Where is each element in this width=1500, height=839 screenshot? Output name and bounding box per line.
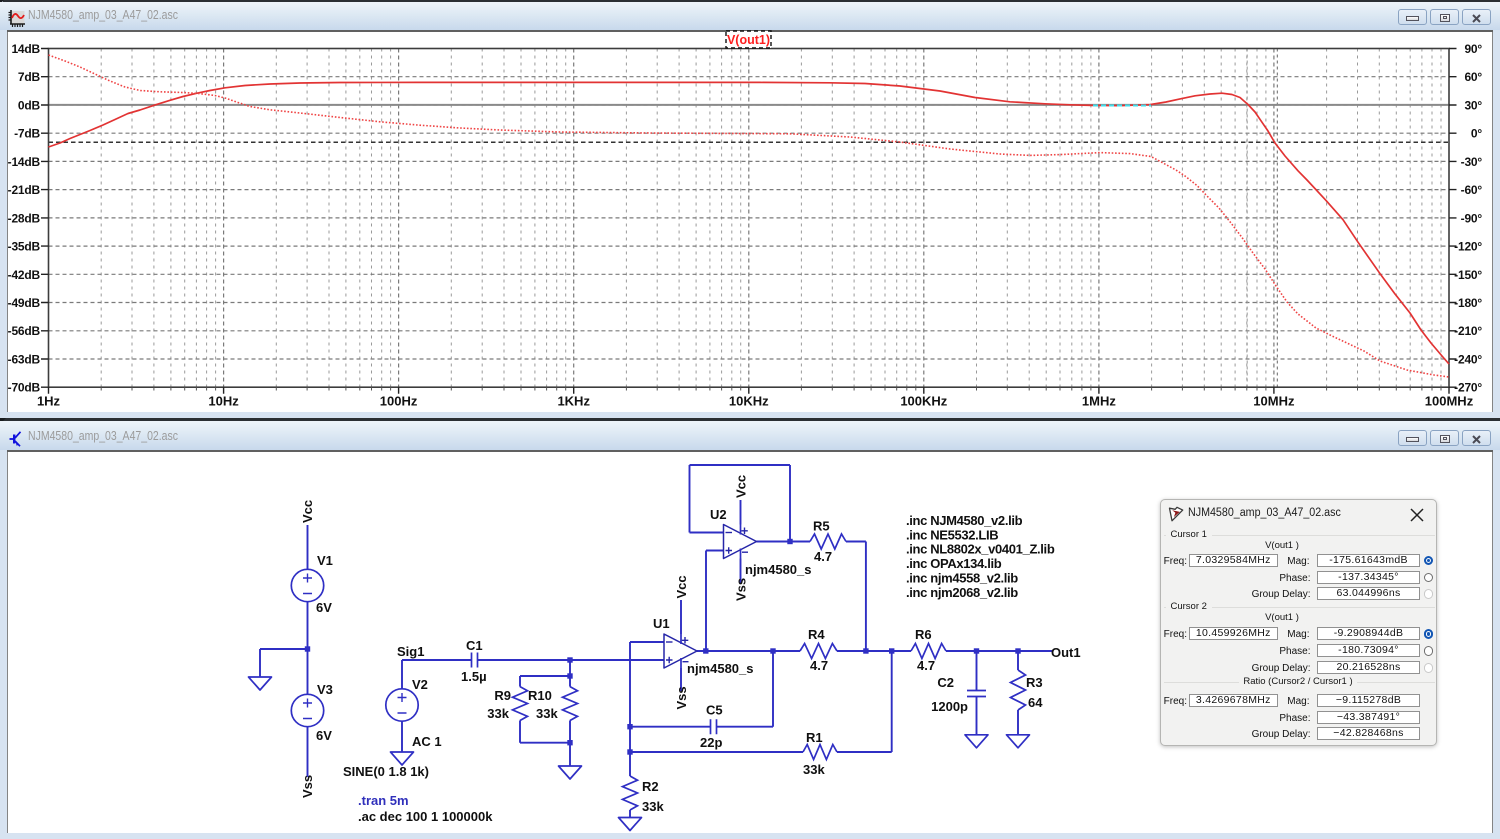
svg-text:C1: C1 (466, 638, 483, 653)
svg-text:-49dB: -49dB (8, 296, 41, 310)
svg-text:-90°: -90° (1461, 211, 1483, 225)
svg-text:4.7: 4.7 (814, 549, 832, 564)
svg-text:-14dB: -14dB (8, 155, 41, 169)
svg-text:.inc njm2068_v2.lib: .inc njm2068_v2.lib (906, 585, 1018, 600)
svg-text:1MHz: 1MHz (1082, 394, 1116, 409)
svg-text:-210°: -210° (1454, 324, 1482, 338)
svg-text:10MHz: 10MHz (1253, 394, 1295, 409)
svg-text:R2: R2 (642, 779, 659, 794)
svg-text:6V: 6V (316, 728, 332, 743)
svg-text:V1: V1 (317, 553, 333, 568)
svg-text:-35dB: -35dB (8, 240, 41, 254)
svg-text:4.7: 4.7 (917, 658, 935, 673)
svg-text:-42dB: -42dB (8, 268, 41, 282)
svg-text:-120°: -120° (1454, 240, 1482, 254)
svg-text:4.7: 4.7 (810, 658, 828, 673)
svg-text:R3: R3 (1026, 675, 1043, 690)
svg-text:U1: U1 (653, 616, 670, 631)
svg-text:AC 1: AC 1 (412, 734, 442, 749)
svg-text:.inc NJM4580_v2.lib: .inc NJM4580_v2.lib (906, 513, 1023, 528)
svg-text:V(out1): V(out1) (727, 33, 770, 47)
svg-text:33k: 33k (803, 762, 825, 777)
svg-text:33k: 33k (487, 706, 509, 721)
svg-text:Vss: Vss (734, 578, 749, 601)
svg-text:100Hz: 100Hz (380, 394, 418, 409)
svg-text:100MHz: 100MHz (1425, 394, 1474, 409)
svg-text:-21dB: -21dB (8, 183, 41, 197)
svg-text:C2: C2 (937, 675, 954, 690)
svg-text:14dB: 14dB (11, 42, 40, 56)
svg-text:-56dB: -56dB (8, 324, 41, 338)
svg-text:6V: 6V (316, 600, 332, 615)
svg-text:33k: 33k (642, 799, 664, 814)
svg-text:1Hz: 1Hz (37, 394, 61, 409)
svg-text:Vss: Vss (674, 686, 689, 709)
svg-text:1200p: 1200p (931, 699, 968, 714)
svg-text:Sig1: Sig1 (397, 644, 424, 659)
svg-text:R6: R6 (915, 627, 932, 642)
svg-text:R4: R4 (808, 627, 825, 642)
svg-text:.inc NL8802x_v0401_Z.lib: .inc NL8802x_v0401_Z.lib (906, 542, 1055, 557)
svg-text:.inc njm4558_v2.lib: .inc njm4558_v2.lib (906, 570, 1018, 585)
svg-text:SINE(0 1.8 1k): SINE(0 1.8 1k) (343, 764, 429, 779)
svg-text:U2: U2 (710, 507, 727, 522)
svg-text:R9: R9 (494, 688, 511, 703)
svg-text:.inc OPAx134.lib: .inc OPAx134.lib (906, 556, 1002, 571)
svg-text:Out1: Out1 (1051, 645, 1081, 660)
svg-text:V3: V3 (317, 682, 333, 697)
svg-text:0°: 0° (1471, 127, 1482, 141)
svg-text:60°: 60° (1464, 70, 1482, 84)
svg-text:njm4580_s: njm4580_s (687, 661, 754, 676)
svg-text:1.5µ: 1.5µ (461, 669, 487, 684)
svg-text:90°: 90° (1464, 42, 1482, 56)
svg-text:Vcc: Vcc (674, 575, 689, 598)
svg-text:Vss: Vss (300, 775, 315, 798)
svg-text:-7dB: -7dB (14, 127, 40, 141)
svg-text:-240°: -240° (1454, 353, 1482, 367)
svg-text:10Hz: 10Hz (208, 394, 239, 409)
svg-text:0dB: 0dB (18, 99, 41, 113)
svg-text:.ac dec 100 1 100000k: .ac dec 100 1 100000k (358, 809, 493, 824)
svg-text:Vcc: Vcc (300, 500, 315, 523)
svg-text:33k: 33k (536, 706, 558, 721)
svg-text:7dB: 7dB (18, 70, 41, 84)
svg-text:-180°: -180° (1454, 296, 1482, 310)
svg-text:30°: 30° (1464, 99, 1482, 113)
svg-text:njm4580_s: njm4580_s (745, 562, 812, 577)
svg-text:100KHz: 100KHz (900, 394, 947, 409)
svg-text:64: 64 (1028, 695, 1043, 710)
svg-text:-30°: -30° (1461, 155, 1483, 169)
svg-text:R1: R1 (806, 730, 823, 745)
svg-text:1KHz: 1KHz (557, 394, 590, 409)
svg-text:-60°: -60° (1461, 183, 1483, 197)
svg-text:-28dB: -28dB (8, 211, 41, 225)
svg-text:.inc NE5532.LIB: .inc NE5532.LIB (906, 527, 998, 542)
svg-text:R10: R10 (528, 688, 552, 703)
svg-text:-70dB: -70dB (8, 381, 41, 395)
svg-text:-150°: -150° (1454, 268, 1482, 282)
svg-text:.tran 5m: .tran 5m (358, 793, 409, 808)
svg-text:C5: C5 (706, 703, 723, 718)
svg-text:10KHz: 10KHz (729, 394, 769, 409)
svg-text:R5: R5 (813, 519, 830, 534)
svg-text:22p: 22p (700, 735, 722, 750)
svg-text:Vcc: Vcc (734, 475, 749, 498)
svg-text:-63dB: -63dB (8, 353, 41, 367)
svg-text:V2: V2 (412, 677, 428, 692)
